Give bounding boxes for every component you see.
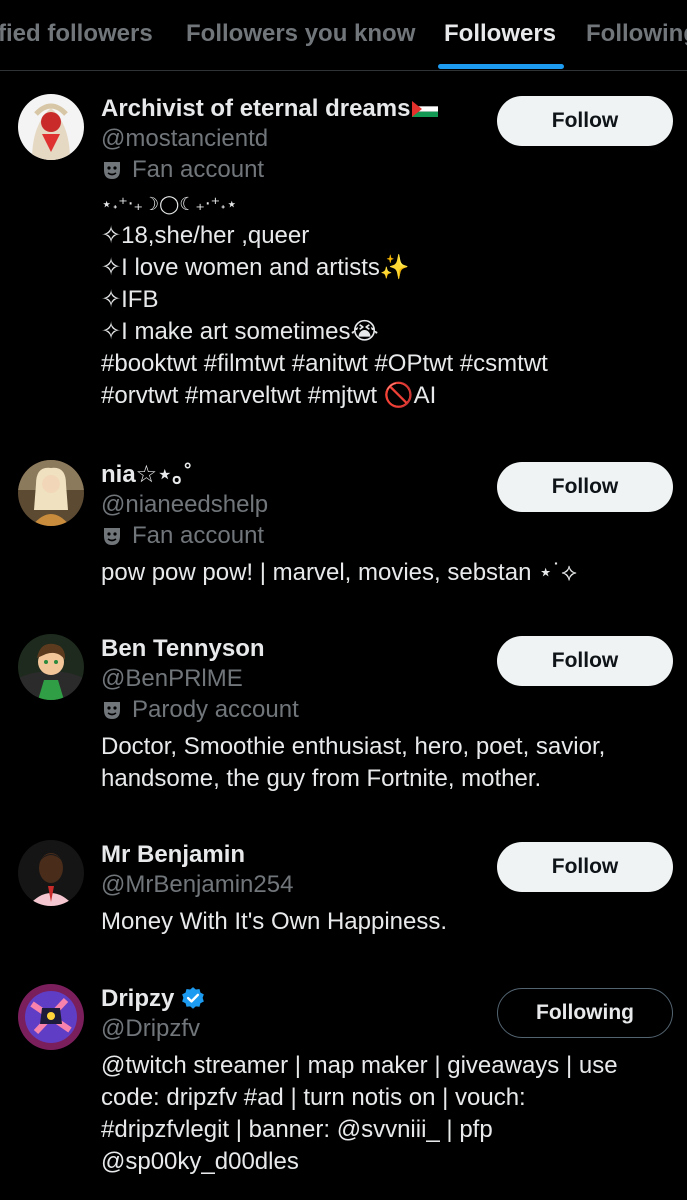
account-label-text: Fan account xyxy=(132,156,265,183)
user-bio: Money With It's Own Happiness. xyxy=(101,906,661,938)
account-label: Fan account xyxy=(101,154,661,186)
bio-line: @sp00ky_d00dles xyxy=(101,1148,299,1175)
follow-button[interactable]: Follow xyxy=(497,842,673,892)
avatar-image xyxy=(18,94,84,160)
bio-line: Doctor, Smoothie enthusiast, hero, poet,… xyxy=(101,733,606,760)
palestine-flag-icon xyxy=(412,101,439,117)
user-name[interactable]: Ben Tennyson xyxy=(101,634,265,664)
avatar-image xyxy=(18,840,84,906)
account-label-text: Fan account xyxy=(132,522,265,549)
bio-line: #dripzfvlegit | banner: @svvniii_ | pfp xyxy=(101,1116,493,1143)
user-name[interactable]: nia☆⋆｡˚ xyxy=(101,460,192,490)
bio-line: Money With It's Own Happiness. xyxy=(101,908,448,935)
bio-line: code: dripzfv #ad | turn notis on | vouc… xyxy=(101,1084,526,1111)
tab-bar: fied followers Followers you know Follow… xyxy=(0,0,687,71)
avatar-image xyxy=(18,634,84,700)
avatar-image xyxy=(18,984,84,1050)
theater-mask-icon xyxy=(104,162,120,179)
tab-verified-followers[interactable]: fied followers xyxy=(0,20,153,48)
bio-line: ✧I love women and artists✨ xyxy=(101,254,410,281)
bio-line[interactable]: #booktwt #filmtwt #anitwt #OPtwt #csmtwt xyxy=(101,348,661,380)
tab-followers-you-know[interactable]: Followers you know xyxy=(186,20,415,48)
user-bio: @twitch streamer | map maker | giveaways… xyxy=(101,1050,661,1178)
account-label: Fan account xyxy=(101,520,661,552)
following-button[interactable]: Following xyxy=(497,988,673,1038)
avatar[interactable] xyxy=(18,460,84,526)
user-bio: Doctor, Smoothie enthusiast, hero, poet,… xyxy=(101,731,661,795)
bio-line[interactable]: #orvtwt #marveltwt #mjtwt 🚫AI xyxy=(101,380,661,412)
avatar-image xyxy=(18,460,84,526)
theater-mask-icon xyxy=(104,702,120,719)
avatar[interactable] xyxy=(18,634,84,700)
bio-line: @twitch streamer | map maker | giveaways… xyxy=(101,1052,618,1079)
verified-badge-icon xyxy=(182,987,205,1009)
bio-line: ✧I make art sometimes😭 xyxy=(101,318,379,345)
account-label-text: Parody account xyxy=(132,696,299,723)
follow-button[interactable]: Follow xyxy=(497,636,673,686)
user-name[interactable]: Archivist of eternal dreams xyxy=(101,94,410,124)
tab-followers[interactable]: Followers xyxy=(444,20,556,48)
user-bio: ⋆˖⁺‧₊☽◯☾₊‧⁺˖⋆ ✧18,she/her ,queer ✧I love… xyxy=(101,188,661,412)
tab-following[interactable]: Following xyxy=(586,20,687,48)
theater-mask-icon xyxy=(104,528,120,545)
user-name[interactable]: Mr Benjamin xyxy=(101,840,245,870)
account-label: Parody account xyxy=(101,694,661,726)
user-bio: pow pow pow! | marvel, movies, sebstan ⋆… xyxy=(101,557,661,589)
bio-line: pow pow pow! | marvel, movies, sebstan ⋆… xyxy=(101,559,577,586)
avatar[interactable] xyxy=(18,840,84,906)
avatar[interactable] xyxy=(18,984,84,1050)
follow-button[interactable]: Follow xyxy=(497,462,673,512)
bio-line: handsome, the guy from Fortnite, mother. xyxy=(101,765,542,792)
active-tab-indicator xyxy=(438,64,564,69)
avatar[interactable] xyxy=(18,94,84,160)
bio-line: ⋆˖⁺‧₊☽◯☾₊‧⁺˖⋆ xyxy=(101,194,238,214)
bio-line: ✧IFB xyxy=(101,286,159,313)
follow-button[interactable]: Follow xyxy=(497,96,673,146)
bio-line: ✧18,she/her ,queer xyxy=(101,222,310,249)
user-name[interactable]: Dripzy xyxy=(101,984,174,1014)
